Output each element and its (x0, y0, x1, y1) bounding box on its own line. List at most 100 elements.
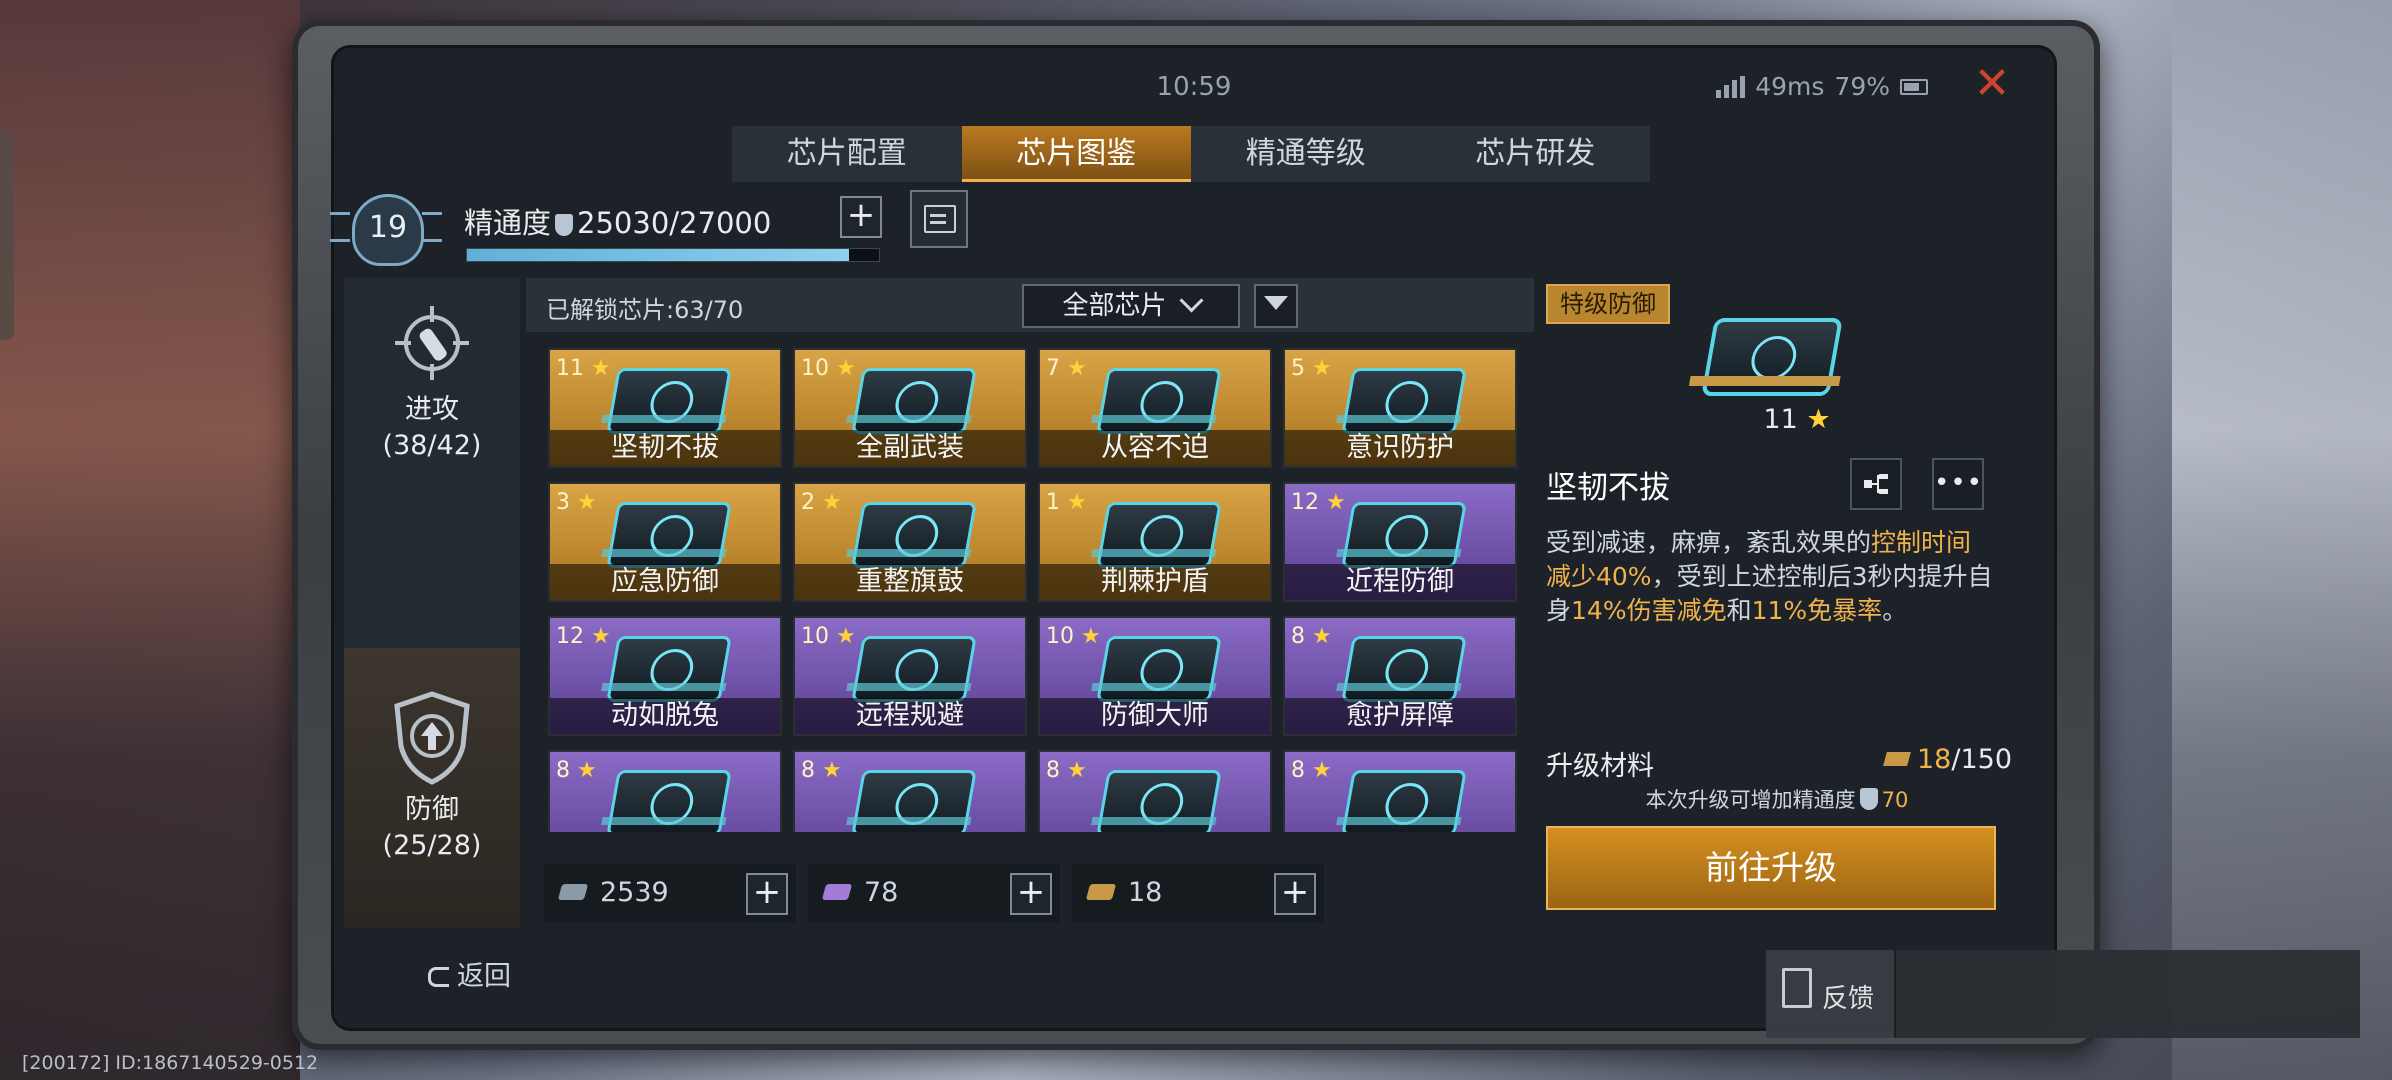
star-icon: ★ (1305, 758, 1332, 783)
crosshair-rocket-icon (395, 306, 469, 380)
star-icon: ★ (570, 490, 597, 515)
resource-value: 2539 (600, 877, 669, 908)
chip-card[interactable]: 10 ★ 远程规避 (793, 616, 1027, 736)
chip-filter-dropdown[interactable]: 全部芯片 (1022, 284, 1240, 328)
chip-icon (1341, 770, 1467, 832)
back-button[interactable]: 返回 (428, 954, 511, 993)
chip-card[interactable]: 8 ★ 愈护屏障 (1283, 616, 1517, 736)
chip-stars-value: 5 (1291, 356, 1305, 381)
chip-material-icon (557, 884, 589, 900)
material-current: 18 (1917, 744, 1952, 775)
chip-card[interactable]: 10 ★ 防御大师 (1038, 616, 1272, 736)
chip-name: 从容不迫 (1040, 430, 1270, 466)
star-icon: ★ (829, 624, 856, 649)
go-upgrade-button[interactable]: 前往升级 (1546, 826, 1996, 910)
chevron-down-icon (1178, 288, 1204, 313)
chip-card[interactable]: 8 ★ (1038, 750, 1272, 832)
chip-icon (606, 636, 732, 702)
detail-stars-value: 11 (1763, 404, 1798, 435)
skill-tree-button[interactable] (1850, 458, 1902, 510)
chip-card[interactable]: 8 ★ (1283, 750, 1517, 832)
ping-value: 49ms (1755, 72, 1825, 101)
chip-star-level: 10 ★ (801, 624, 856, 649)
collection-toolbar: 已解锁芯片:63/70 全部芯片 (526, 278, 1534, 332)
chip-star-level: 12 ★ (556, 624, 611, 649)
chip-card[interactable]: 8 ★ (548, 750, 782, 832)
close-icon[interactable]: ✕ (1972, 62, 2012, 106)
material-label: 升级材料 (1546, 751, 1654, 782)
build-id: [200172] ID:1867140529-0512 (22, 1052, 319, 1074)
feedback-button[interactable]: 反馈 (1766, 950, 1896, 1038)
filter-icon[interactable] (1254, 284, 1298, 328)
chip-name: 意识防护 (1285, 430, 1515, 466)
chip-name: 荆棘护盾 (1040, 564, 1270, 600)
sidebar-item-defense[interactable]: 防御 (25/28) (344, 648, 520, 928)
rank-wing-left (330, 212, 350, 242)
star-icon: ★ (815, 490, 842, 515)
upgrade-hint-text: 本次升级可增加精通度 (1645, 788, 1856, 812)
chip-card[interactable]: 1 ★ 荆棘护盾 (1038, 482, 1272, 602)
chip-card[interactable]: 12 ★ 近程防御 (1283, 482, 1517, 602)
chip-material-icon (1085, 884, 1117, 900)
mastery-value: 25030/27000 (577, 206, 772, 240)
add-resource-button[interactable]: + (1010, 873, 1052, 915)
resource-value: 18 (1128, 877, 1163, 908)
desc-text: 受到减速，麻痹，紊乱效果的 (1546, 528, 1872, 557)
chip-icon (1701, 318, 1843, 396)
tab-chip-research[interactable]: 芯片研发 (1421, 126, 1651, 182)
chip-stars-value: 12 (1291, 490, 1319, 515)
chip-card[interactable]: 12 ★ 动如脱兔 (548, 616, 782, 736)
tab-chip-config[interactable]: 芯片配置 (732, 126, 962, 182)
chip-filter-value: 全部芯片 (1062, 291, 1167, 321)
add-mastery-button[interactable]: + (840, 196, 882, 238)
network-status: 49ms 79% (1716, 72, 1928, 101)
chip-star-level: 3 ★ (556, 490, 597, 515)
chip-name: 动如脱兔 (550, 698, 780, 734)
chip-card[interactable]: 3 ★ 应急防御 (548, 482, 782, 602)
chip-name: 远程规避 (795, 698, 1025, 734)
sidebar-count-defense: (25/28) (382, 830, 482, 861)
chip-stars-value: 10 (1046, 624, 1074, 649)
chip-stars-value: 3 (556, 490, 570, 515)
add-resource-button[interactable]: + (1274, 873, 1316, 915)
resource-row: 2539 + 78 + 18 + (544, 864, 1324, 924)
chip-card[interactable]: 5 ★ 意识防护 (1283, 348, 1517, 468)
chip-stars-value: 8 (556, 758, 570, 783)
return-arrow-icon (428, 967, 449, 987)
screen-edge-handle (0, 130, 14, 340)
battery-icon (1900, 78, 1928, 95)
chip-card[interactable]: 11 ★ 坚韧不拔 (548, 348, 782, 468)
chip-star-level: 8 ★ (1291, 624, 1332, 649)
clipboard-icon (1782, 968, 1812, 1008)
tab-bar: 芯片配置 芯片图鉴 精通等级 芯片研发 (732, 126, 1650, 182)
mastery-progress-fill (467, 249, 849, 261)
mastery-shield-icon (1859, 788, 1878, 810)
material-icon (1883, 752, 1911, 766)
star-icon: ★ (1305, 356, 1332, 381)
chip-card[interactable]: 2 ★ 重整旗鼓 (793, 482, 1027, 602)
sidebar-item-attack[interactable]: 进攻 (38/42) (344, 278, 520, 474)
more-options-button[interactable]: ••• (1932, 458, 1984, 510)
tab-chip-codex[interactable]: 芯片图鉴 (961, 126, 1191, 182)
tab-mastery-level[interactable]: 精通等级 (1191, 126, 1421, 182)
sidebar-label-defense: 防御 (405, 794, 459, 825)
chip-name: 坚韧不拔 (1546, 470, 1670, 506)
star-icon: ★ (1060, 758, 1087, 783)
upgrade-hint: 本次升级可增加精通度 70 (1542, 784, 2012, 814)
chip-card[interactable]: 10 ★ 全副武装 (793, 348, 1027, 468)
chip-star-level: 2 ★ (801, 490, 842, 515)
chip-star-level: 8 ★ (801, 758, 842, 783)
star-icon: ★ (1305, 624, 1332, 649)
star-icon: ★ (584, 356, 611, 381)
chip-stars-value: 8 (1046, 758, 1060, 783)
background-left (0, 0, 300, 1080)
chip-card[interactable]: 8 ★ (793, 750, 1027, 832)
add-resource-button[interactable]: + (746, 873, 788, 915)
chip-icon (1341, 636, 1467, 702)
background-right (2172, 0, 2392, 1080)
sidebar-label-attack: 进攻 (405, 394, 459, 425)
chip-star-level: 8 ★ (1046, 758, 1087, 783)
codex-list-button[interactable] (910, 190, 968, 248)
star-icon: ★ (1319, 490, 1346, 515)
chip-card[interactable]: 7 ★ 从容不迫 (1038, 348, 1272, 468)
